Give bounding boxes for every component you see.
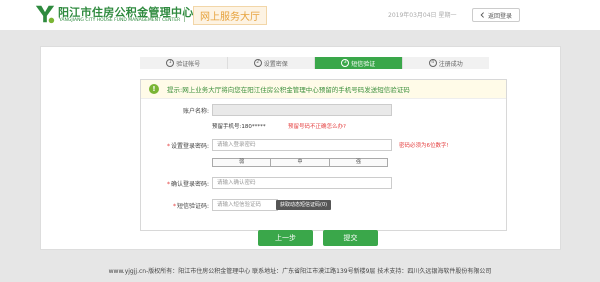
- password-strength-meter: 弱 中 强: [212, 158, 388, 167]
- submit-button[interactable]: 提交: [323, 230, 378, 246]
- required-mark: *: [166, 143, 170, 150]
- footer-copyright: www.yjgjj.cn-版权所有：阳江市住房公积金管理中心 联系地址：广东省阳…: [108, 268, 492, 275]
- step-number: 4: [428, 59, 437, 67]
- brand-subtitle: YANGJIANG CITY HOUSE FUND MANAGEMENT CEN…: [59, 18, 181, 23]
- confirm-label-text: 确认登录密码:: [170, 181, 209, 188]
- progress-steps: 1 验证帐号 2 设置密保 3 短信验证 4 注册成功: [140, 57, 489, 69]
- back-to-login-label: 返回登录: [487, 12, 512, 20]
- password-label: *设置登录密码:: [133, 141, 209, 150]
- required-mark: *: [166, 181, 170, 188]
- date-text: 2019年03月04日 星期一: [388, 12, 457, 19]
- site-header: 阳江市住房公积金管理中心 YANGJIANG CITY HOUSE FUND M…: [0, 0, 600, 30]
- step-number: 3: [341, 59, 350, 67]
- required-mark: *: [172, 203, 176, 210]
- get-sms-code-button[interactable]: 获取动态短信证码(0): [276, 200, 332, 210]
- phone-label-text: 预留手机号:: [212, 124, 242, 130]
- exclamation-icon: !: [149, 84, 159, 94]
- confirm-label: *确认登录密码:: [133, 179, 209, 188]
- step-verify-account: 1 验证帐号: [140, 57, 228, 69]
- back-to-login-button[interactable]: 返回登录: [472, 8, 520, 22]
- back-arrow-icon: [480, 12, 484, 18]
- sms-label-text: 短信验证码:: [176, 203, 209, 210]
- step-security-question: 2 设置密保: [227, 57, 315, 69]
- account-name-field: [212, 104, 392, 116]
- main-card: 1 验证帐号 2 设置密保 3 短信验证 4 注册成功 ! 提示:网上业务大厅将…: [40, 46, 561, 250]
- notice-bar: ! 提示:网上业务大厅将向您在阳江住房公积金管理中心预留的手机号码发送短信验证码: [141, 80, 506, 99]
- step-label: 设置密保: [263, 60, 288, 68]
- previous-step-button[interactable]: 上一步: [258, 230, 313, 246]
- password-input[interactable]: 请输入登录密码: [212, 139, 392, 151]
- phone-number: 180*****: [241, 124, 266, 130]
- step-label: 短信验证: [351, 60, 376, 68]
- strength-medium: 中: [271, 159, 330, 166]
- hall-title: 网上服务大厅: [193, 6, 267, 25]
- phone-incorrect-link[interactable]: 预留号码不正确怎么办?: [288, 122, 346, 130]
- step-label: 验证帐号: [176, 60, 201, 68]
- notice-text: 提示:网上业务大厅将向您在阳江住房公积金管理中心预留的手机号码发送短信验证码: [167, 86, 410, 94]
- step-register-success: 4 注册成功: [402, 57, 489, 69]
- password-label-text: 设置登录密码:: [170, 143, 209, 150]
- account-label: 账户名称:: [182, 108, 209, 115]
- logo-icon: [35, 5, 55, 24]
- sms-code-input[interactable]: 请输入短信验证码: [212, 199, 278, 211]
- phone-label: 预留手机号:180*****: [212, 122, 266, 130]
- header-divider: [184, 7, 185, 22]
- step-number: 1: [166, 59, 175, 67]
- step-sms-verify: 3 短信验证: [315, 57, 403, 69]
- strength-weak: 弱: [213, 159, 272, 166]
- form-panel: ! 提示:网上业务大厅将向您在阳江住房公积金管理中心预留的手机号码发送短信验证码…: [140, 79, 507, 231]
- password-hint: 密码必须为6位数字!: [399, 143, 449, 149]
- sms-label: *短信验证码:: [133, 201, 209, 210]
- confirm-password-input[interactable]: 请输入确认密码: [212, 177, 392, 189]
- step-label: 注册成功: [438, 60, 463, 68]
- strength-strong: 强: [329, 159, 387, 166]
- step-number: 2: [253, 59, 262, 67]
